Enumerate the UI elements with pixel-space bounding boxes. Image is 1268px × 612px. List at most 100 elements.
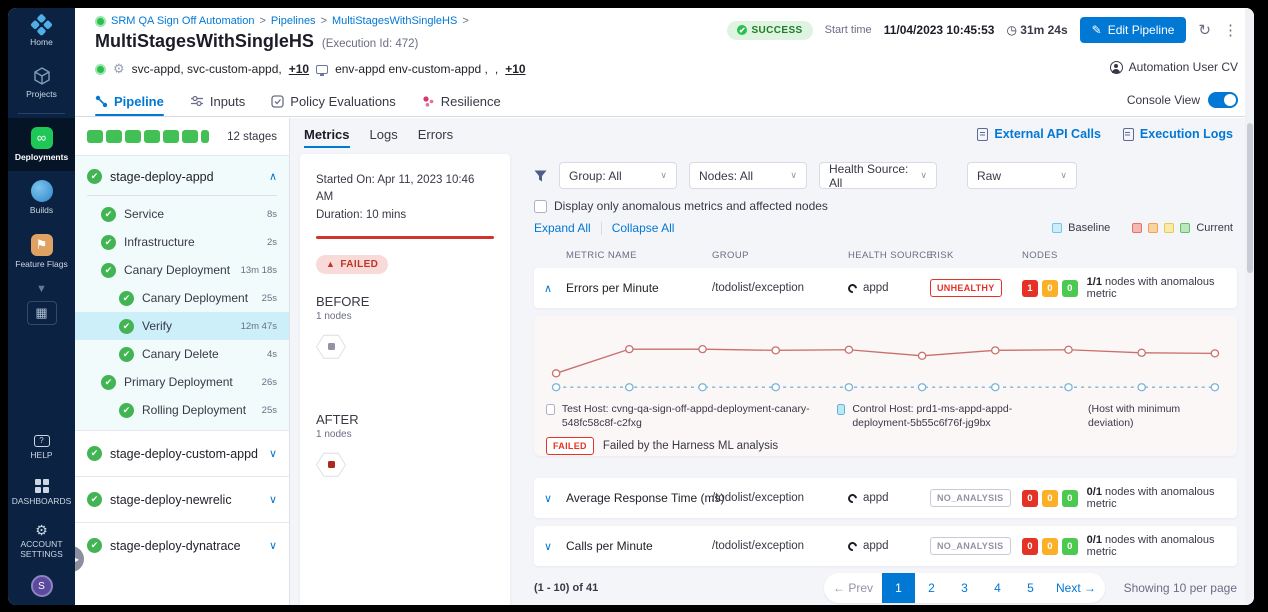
metric-row-calls-per-minute[interactable]: ∨ Calls per Minute /todolist/exception a…	[534, 526, 1237, 566]
page-button-3[interactable]: 3	[948, 573, 981, 603]
chevron-up-icon[interactable]: ∧	[544, 268, 552, 308]
sidebar-item-deployments[interactable]: ∞ Deployments	[8, 118, 75, 172]
red-node-chip: 0	[1022, 538, 1038, 555]
metric-chart-svg[interactable]	[546, 322, 1225, 400]
chevron-up-icon[interactable]: ∧	[269, 170, 277, 183]
step-label: Canary Deployment	[124, 263, 233, 277]
page-button-2[interactable]: 2	[915, 573, 948, 603]
expand-all-link[interactable]: Expand All	[534, 221, 591, 235]
group-filter-select[interactable]: Group: All∨	[559, 162, 677, 189]
next-page-button[interactable]: Next →	[1047, 573, 1105, 603]
data-mode-select[interactable]: Raw∨	[967, 162, 1077, 189]
success-check-icon: ✔	[119, 291, 134, 306]
sidebar-item-account-settings[interactable]: ⚙ ACCOUNT SETTINGS	[8, 515, 75, 569]
tab-metrics[interactable]: Metrics	[304, 127, 350, 148]
step-service[interactable]: ✔ Service 8s	[75, 200, 289, 228]
nodes-filter-select[interactable]: Nodes: All∨	[689, 162, 807, 189]
sidebar-item-label: Deployments	[15, 153, 68, 163]
tab-label: Pipeline	[114, 94, 164, 109]
metric-row-avg-response-time[interactable]: ∨ Average Response Time (ms) /todolist/e…	[534, 478, 1237, 518]
step-canary-deployment[interactable]: ✔ Canary Deployment 25s	[75, 284, 289, 312]
execution-logs-link[interactable]: Execution Logs	[1123, 127, 1233, 141]
external-api-calls-link[interactable]: External API Calls	[977, 127, 1101, 141]
stage-group-newrelic[interactable]: ✔ stage-deploy-newrelic ∨	[75, 476, 289, 522]
tab-policy-evaluations[interactable]: Policy Evaluations	[271, 86, 396, 116]
tab-logs[interactable]: Logs	[370, 127, 398, 148]
chevron-down-icon[interactable]: ▼	[8, 279, 75, 299]
chevron-down-icon[interactable]: ∨	[269, 447, 277, 460]
chevron-down-icon[interactable]: ∨	[544, 526, 552, 566]
step-canary-deployment-group[interactable]: ✔ Canary Deployment 13m 18s	[75, 256, 289, 284]
breadcrumb-pipelines[interactable]: Pipelines	[271, 15, 316, 27]
tab-inputs[interactable]: Inputs	[190, 86, 245, 116]
failed-progress-bar	[316, 236, 494, 239]
after-node-hexagon[interactable]	[316, 452, 346, 478]
environments-icon	[316, 65, 328, 74]
environments-more-link[interactable]: +10	[505, 62, 525, 76]
breadcrumb-pipeline-name[interactable]: MultiStagesWithSingleHS	[332, 15, 457, 27]
chevron-down-icon[interactable]: ∨	[269, 539, 277, 552]
sidebar-item-builds[interactable]: Builds	[8, 171, 75, 225]
vertical-scrollbar[interactable]	[1245, 8, 1254, 605]
tab-resilience[interactable]: Resilience	[422, 86, 501, 116]
refresh-icon[interactable]: ↻	[1198, 21, 1211, 39]
test-host-legend: Test Host: cvng-qa-sign-off-appd-deploym…	[546, 402, 811, 430]
before-node-hexagon[interactable]	[316, 334, 346, 360]
stage-group-label: stage-deploy-newrelic	[110, 493, 261, 507]
module-selector-button[interactable]: ▦	[27, 301, 57, 325]
pagination-range: (1 - 10) of 41	[534, 582, 704, 594]
chevron-down-icon: ∨	[920, 170, 927, 181]
appdynamics-icon	[846, 492, 859, 505]
page-button-1[interactable]: 1	[882, 573, 915, 603]
breadcrumb-project[interactable]: SRM QA Sign Off Automation	[111, 15, 254, 27]
console-view-toggle[interactable]	[1208, 92, 1238, 108]
verification-duration: Duration: 10 mins	[316, 207, 494, 224]
stage-group-custom-appd[interactable]: ✔ stage-deploy-custom-appd ∨	[75, 430, 289, 476]
main-area: SRM QA Sign Off Automation > Pipelines >…	[75, 8, 1254, 605]
sidebar-item-home[interactable]: Home	[8, 8, 75, 57]
prev-page-button[interactable]: ← Prev	[824, 573, 882, 603]
inputs-icon	[190, 95, 204, 107]
sidebar-item-projects[interactable]: Projects	[8, 57, 75, 109]
before-node-count: 1 nodes	[316, 311, 494, 322]
execution-id: (Execution Id: 472)	[322, 38, 419, 50]
scrollbar-thumb[interactable]	[1247, 123, 1253, 273]
sidebar-item-feature-flags[interactable]: ⚑ Feature Flags	[8, 225, 75, 279]
test-host-checkbox[interactable]	[546, 404, 555, 415]
risk-badge: NO_ANALYSIS	[930, 489, 1011, 507]
chevron-down-icon[interactable]: ∨	[269, 493, 277, 506]
chevron-down-icon[interactable]: ∨	[544, 478, 552, 518]
step-infrastructure[interactable]: ✔ Infrastructure 2s	[75, 228, 289, 256]
current-yellow-swatch	[1164, 223, 1174, 233]
step-verify[interactable]: ✔ Verify 12m 47s	[75, 312, 289, 340]
after-node-count: 1 nodes	[316, 429, 494, 440]
control-host-checkbox[interactable]	[837, 404, 845, 415]
sidebar-item-dashboards[interactable]: DASHBOARDS	[8, 470, 75, 516]
edit-pipeline-button[interactable]: ✎Edit Pipeline	[1080, 17, 1187, 43]
metric-row-errors-per-minute[interactable]: ∧ Errors per Minute /todolist/exception …	[534, 268, 1237, 308]
step-primary-deployment[interactable]: ✔ Primary Deployment 26s	[75, 368, 289, 396]
metrics-panel: External API Calls Execution Logs Group:…	[520, 118, 1245, 605]
page-button-4[interactable]: 4	[981, 573, 1014, 603]
tab-errors[interactable]: Errors	[418, 127, 453, 148]
sidebar-item-help[interactable]: ? HELP	[8, 426, 75, 470]
test-host-label: Test Host: cvng-qa-sign-off-appd-deploym…	[562, 402, 811, 430]
success-check-icon: ✔	[101, 263, 116, 278]
health-source-filter-select[interactable]: Health Source: All∨	[819, 162, 937, 189]
stage-group-dynatrace[interactable]: ✔ stage-deploy-dynatrace ∨	[75, 522, 289, 568]
tab-pipeline[interactable]: Pipeline	[95, 86, 164, 116]
services-more-link[interactable]: +10	[289, 62, 309, 76]
page-button-5[interactable]: 5	[1014, 573, 1047, 603]
step-rolling-deployment[interactable]: ✔ Rolling Deployment 25s	[75, 396, 289, 424]
stage-group-header[interactable]: ✔ stage-deploy-appd ∧	[75, 156, 289, 195]
kebab-menu-icon[interactable]: ⋮	[1223, 21, 1238, 39]
avatar[interactable]: S	[31, 575, 53, 597]
anomalous-only-checkbox[interactable]	[534, 200, 547, 213]
filter-icon[interactable]	[534, 170, 547, 182]
risk-badge: UNHEALTHY	[930, 279, 1002, 297]
stage-group-appd: ✔ stage-deploy-appd ∧ ✔ Service 8s ✔ Inf…	[75, 156, 289, 430]
collapse-all-link[interactable]: Collapse All	[612, 221, 675, 235]
step-canary-delete[interactable]: ✔ Canary Delete 4s	[75, 340, 289, 368]
metric-group: /todolist/exception	[712, 478, 804, 518]
step-duration: 25s	[262, 405, 277, 416]
